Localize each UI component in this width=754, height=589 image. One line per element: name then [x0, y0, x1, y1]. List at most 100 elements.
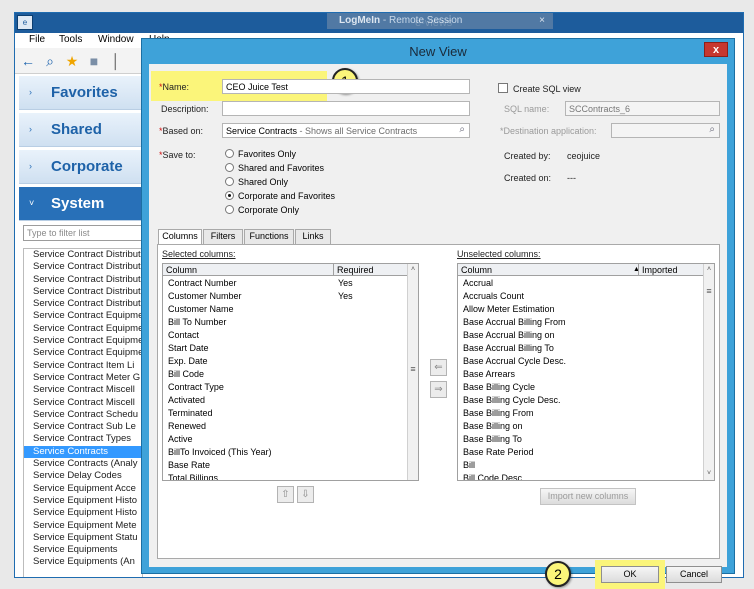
- table-row[interactable]: Base Rate Period: [458, 446, 705, 459]
- table-row[interactable]: Start Date: [163, 342, 409, 355]
- table-row[interactable]: Allow Meter Estimation: [458, 303, 705, 316]
- menu-tools[interactable]: Tools: [59, 34, 82, 45]
- table-row[interactable]: Bill To Number: [163, 316, 409, 329]
- list-item[interactable]: Service Contract Distribution: [24, 261, 142, 273]
- scrollbar[interactable]: ˄ ≡ ˅: [703, 264, 714, 480]
- table-row[interactable]: Base Accrual Billing From: [458, 316, 705, 329]
- list-item[interactable]: Service Contracts: [24, 445, 142, 459]
- chevron-up-icon[interactable]: ˄: [408, 264, 418, 276]
- table-row[interactable]: Base Arrears: [458, 368, 705, 381]
- list-item[interactable]: Service Equipment Statu: [24, 532, 142, 544]
- column-header[interactable]: Column: [163, 264, 197, 276]
- table-row[interactable]: Renewed: [163, 420, 409, 433]
- list-item[interactable]: Service Contracts (Analy: [24, 458, 142, 470]
- menu-file[interactable]: File: [29, 34, 45, 45]
- table-row[interactable]: Activated: [163, 394, 409, 407]
- create-sql-view-checkbox[interactable]: Create SQL view: [498, 83, 581, 94]
- table-row[interactable]: Contact: [163, 329, 409, 342]
- table-row[interactable]: Exp. Date: [163, 355, 409, 368]
- list-item[interactable]: Service Equipments: [24, 544, 142, 556]
- list-item[interactable]: Service Equipment Mete: [24, 520, 142, 532]
- list-item[interactable]: Service Contract Equipment: [24, 335, 142, 347]
- radio-corporate-only[interactable]: Corporate Only: [225, 205, 299, 215]
- view-list[interactable]: Service Contract Distribution Service Con…: [23, 248, 143, 577]
- imported-header[interactable]: Imported: [638, 264, 705, 276]
- radio-favorites-only[interactable]: Favorites Only: [225, 149, 296, 159]
- import-new-columns-button[interactable]: Import new columns: [540, 488, 636, 505]
- table-row[interactable]: Bill Code Desc.: [458, 472, 705, 480]
- list-item[interactable]: Service Equipment Histo: [24, 507, 142, 519]
- radio-shared-and-favorites[interactable]: Shared and Favorites: [225, 163, 324, 173]
- list-item[interactable]: Service Contract Miscell: [24, 397, 142, 409]
- tab-filters[interactable]: Filters: [203, 229, 243, 244]
- list-item[interactable]: Service Contract Types: [24, 433, 142, 445]
- list-item[interactable]: Service Equipment Acce: [24, 483, 142, 495]
- nav-group-shared[interactable]: › Shared: [19, 113, 143, 147]
- scrollbar[interactable]: ˄ ≡: [407, 264, 418, 480]
- pin-icon[interactable]: │: [107, 52, 125, 70]
- nav-group-corporate[interactable]: › Corporate: [19, 150, 143, 184]
- list-item[interactable]: Service Contract Distribution: [24, 286, 142, 298]
- table-row[interactable]: Base Accrual Cycle Desc.: [458, 355, 705, 368]
- bookmark-icon[interactable]: ■: [85, 52, 103, 70]
- table-row[interactable]: Accrual: [458, 277, 705, 290]
- move-up-arrow-icon[interactable]: ⇧: [277, 486, 294, 503]
- sql-name-field[interactable]: SCContracts_6: [565, 101, 720, 116]
- back-arrow-icon[interactable]: ←: [19, 52, 37, 70]
- list-item[interactable]: Service Equipments (An: [24, 556, 142, 568]
- cancel-button[interactable]: Cancel: [666, 566, 722, 583]
- table-row[interactable]: Base Billing From: [458, 407, 705, 420]
- table-row[interactable]: Base Billing Cycle Desc.: [458, 394, 705, 407]
- name-field[interactable]: CEO Juice Test: [222, 79, 470, 94]
- list-item[interactable]: Service Contract Equipment: [24, 347, 142, 359]
- menu-window[interactable]: Window: [98, 34, 134, 45]
- close-icon[interactable]: x: [704, 42, 728, 57]
- destination-app-field[interactable]: ⌕: [611, 123, 720, 138]
- logmein-close-icon[interactable]: ×: [539, 13, 545, 28]
- table-row[interactable]: Contract Number Yes: [163, 277, 409, 290]
- table-row[interactable]: Bill Code: [163, 368, 409, 381]
- based-on-field[interactable]: Service Contracts - Shows all Service Co…: [222, 123, 470, 138]
- table-row[interactable]: Total Billings: [163, 472, 409, 480]
- move-down-arrow-icon[interactable]: ⇩: [297, 486, 314, 503]
- radio-shared-only[interactable]: Shared Only: [225, 177, 288, 187]
- filter-list-input[interactable]: Type to filter list: [23, 225, 143, 241]
- list-item[interactable]: Service Contract Miscell: [24, 384, 142, 396]
- list-item[interactable]: Service Contract Sub Le: [24, 421, 142, 433]
- search-icon[interactable]: ⌕: [459, 124, 465, 135]
- list-item[interactable]: Service Contract Distribution: [24, 298, 142, 310]
- ok-button[interactable]: OK: [601, 566, 659, 583]
- list-item[interactable]: Service Contract Meter G: [24, 372, 142, 384]
- table-row[interactable]: Base Accrual Billing on: [458, 329, 705, 342]
- scroll-grip-icon[interactable]: ≡: [704, 286, 714, 296]
- logmein-session-tab[interactable]: LogMeIn - Remote Session ×: [327, 13, 553, 29]
- table-row[interactable]: Contract Type: [163, 381, 409, 394]
- list-item[interactable]: Service Contract Schedu: [24, 409, 142, 421]
- table-row[interactable]: Terminated: [163, 407, 409, 420]
- search-icon[interactable]: ⌕: [41, 52, 59, 70]
- table-row[interactable]: Base Billing on: [458, 420, 705, 433]
- unselected-columns-grid[interactable]: Column ▲ Imported Accrual Accruals Count A…: [457, 263, 715, 481]
- list-item[interactable]: Service Equipment Histo: [24, 495, 142, 507]
- checkbox[interactable]: [498, 83, 508, 93]
- description-field[interactable]: [222, 101, 470, 116]
- list-item[interactable]: Service Delay Codes: [24, 470, 142, 482]
- table-row[interactable]: Accruals Count: [458, 290, 705, 303]
- tab-columns[interactable]: Columns: [158, 229, 202, 245]
- table-row[interactable]: Customer Number Yes: [163, 290, 409, 303]
- list-item[interactable]: Service Contract Equipment: [24, 310, 142, 322]
- table-row[interactable]: BillTo Invoiced (This Year): [163, 446, 409, 459]
- table-row[interactable]: Base Accrual Billing To: [458, 342, 705, 355]
- tab-functions[interactable]: Functions: [244, 229, 294, 244]
- list-item[interactable]: Service Contract Distribution: [24, 274, 142, 286]
- move-left-arrow-icon[interactable]: ⇐: [430, 359, 447, 376]
- list-item[interactable]: Service Contract Item Li: [24, 360, 142, 372]
- list-item[interactable]: Service Contract Equipment: [24, 323, 142, 335]
- column-header[interactable]: Column: [458, 264, 492, 276]
- list-item[interactable]: Service Contract Distribution: [24, 249, 142, 261]
- tab-links[interactable]: Links: [295, 229, 331, 244]
- table-row[interactable]: Customer Name: [163, 303, 409, 316]
- table-row[interactable]: Active: [163, 433, 409, 446]
- scroll-grip-icon[interactable]: ≡: [408, 364, 418, 374]
- table-row[interactable]: Base Rate: [163, 459, 409, 472]
